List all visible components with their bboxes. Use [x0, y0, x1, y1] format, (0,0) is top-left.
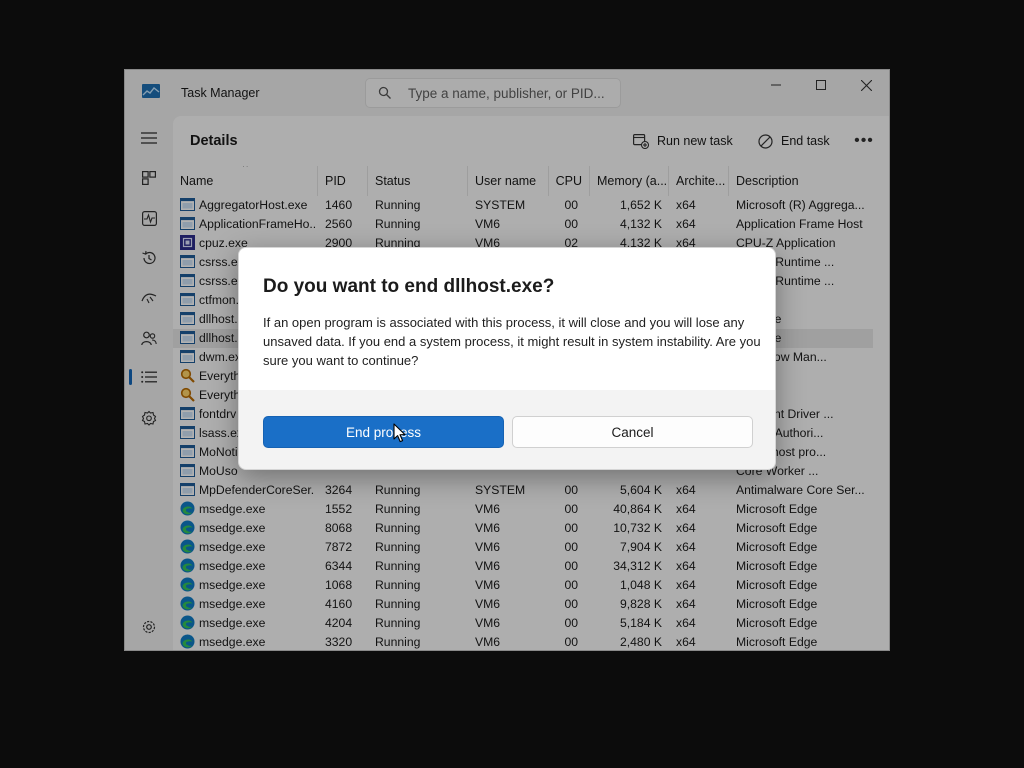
mouse-cursor-icon — [393, 423, 406, 443]
dialog-message: If an open program is associated with th… — [263, 315, 761, 368]
dialog-title: Do you want to end dllhost.exe? — [263, 276, 555, 297]
cancel-button[interactable]: Cancel — [512, 416, 753, 448]
end-process-button[interactable]: End process — [263, 416, 504, 448]
dialog-content: Do you want to end dllhost.exe? If an op… — [239, 248, 775, 390]
end-process-dialog: Do you want to end dllhost.exe? If an op… — [238, 247, 776, 470]
